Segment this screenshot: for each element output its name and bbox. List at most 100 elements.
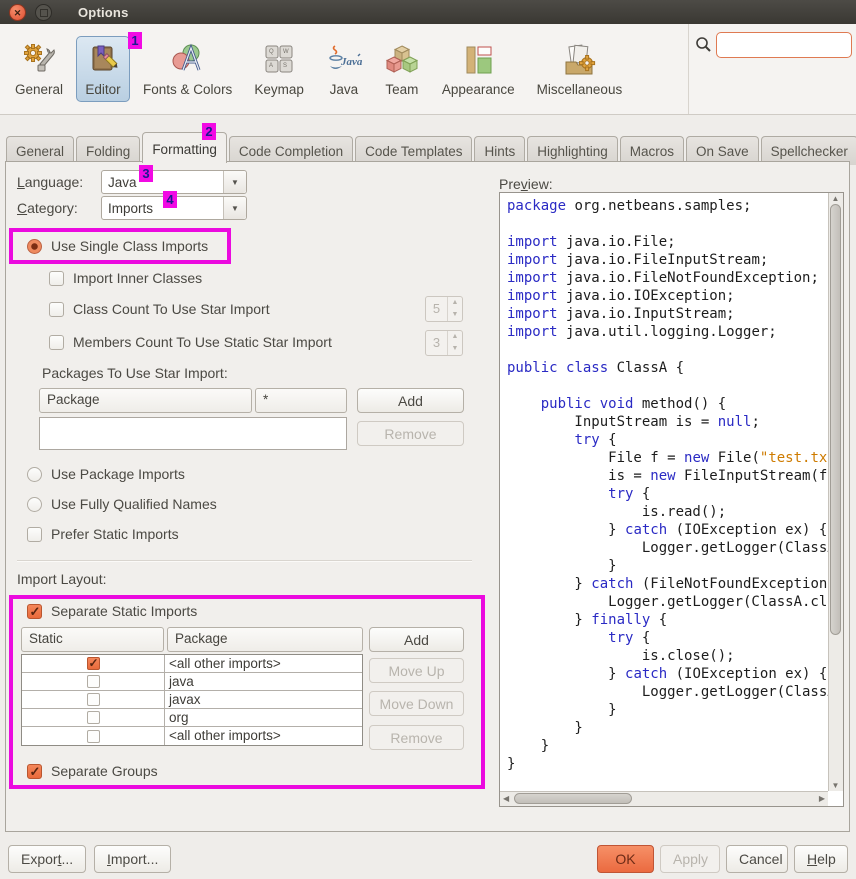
team-icon [384,42,420,78]
radio-use-fully-qualified-names[interactable]: Use Fully Qualified Names [27,496,217,514]
import-layout-move-down-button[interactable]: Move Down [369,691,464,716]
table-row[interactable]: javax [22,691,362,709]
radio-icon[interactable] [27,467,42,482]
options-dialog: Options [0,0,856,879]
apply-button[interactable]: Apply [660,845,720,873]
chevron-down-icon[interactable]: ▼ [223,171,246,193]
toolbar-label: Team [385,82,418,97]
scroll-up-icon[interactable]: ▲ [829,194,842,203]
horizontal-scrollbar-thumb[interactable] [514,793,632,804]
toolbar-item-editor[interactable]: Editor [76,36,130,102]
annotation-badge-4: 4 [163,191,177,208]
star-import-star-header[interactable]: * [255,388,347,413]
search-icon [695,36,712,53]
ok-button[interactable]: OK [597,845,654,873]
static-checkbox[interactable] [87,693,100,706]
import-button[interactable]: Import... [94,845,171,873]
package-cell[interactable]: javax [165,691,362,708]
cancel-button[interactable]: Cancel [726,845,788,873]
import-layout-header-package[interactable]: Package [167,627,363,652]
category-label: Category: [17,200,78,216]
scroll-right-icon[interactable]: ▶ [819,793,825,805]
star-import-label: Packages To Use Star Import: [42,365,228,381]
toolbar-label: Editor [85,82,120,97]
horizontal-scrollbar[interactable]: ◀ ▶ [500,791,828,806]
search-input[interactable] [716,32,852,58]
spinner-down-icon[interactable]: ▼ [448,309,462,321]
scroll-down-icon[interactable]: ▼ [829,781,842,790]
static-checkbox[interactable] [87,730,100,743]
package-cell[interactable]: org [165,709,362,726]
checkbox-prefer-static-imports[interactable]: Prefer Static Imports [27,526,179,544]
toolbar-label: Fonts & Colors [143,82,232,97]
toolbar-item-general[interactable]: General [6,36,72,102]
package-cell[interactable]: <all other imports> [165,655,362,672]
radio-icon[interactable] [27,239,42,254]
radio-use-package-imports[interactable]: Use Package Imports [27,466,185,484]
toolbar-item-team[interactable]: Team [375,36,429,102]
toolbar-item-miscellaneous[interactable]: Miscellaneous [528,36,632,102]
preview-code: package org.netbeans.samples; import jav… [500,193,828,791]
checkbox-icon[interactable] [49,271,64,286]
checkbox-icon[interactable] [27,604,42,619]
appearance-icon [460,42,496,78]
annotation-badge-2: 2 [202,123,216,140]
package-cell[interactable]: <all other imports> [165,727,362,745]
annotation-badge-3: 3 [139,165,153,182]
static-checkbox[interactable] [87,657,100,670]
keymap-icon: QWAS [261,42,297,78]
star-import-remove-button[interactable]: Remove [357,421,464,446]
import-layout-header-static[interactable]: Static [21,627,164,652]
radio-use-single-class-imports[interactable]: Use Single Class Imports [27,238,208,256]
maximize-window-icon[interactable] [35,4,52,21]
checkbox-icon[interactable] [49,335,64,350]
table-row[interactable]: org [22,709,362,727]
toolbar-label: Appearance [442,82,515,97]
toolbar-item-keymap[interactable]: QWAS Keymap [245,36,313,102]
checkbox-separate-static-imports[interactable]: Separate Static Imports [27,603,197,621]
separator [17,560,472,561]
spinner-up-icon[interactable]: ▲ [448,297,462,309]
members-count-spinner[interactable]: 3 ▲▼ [425,330,463,356]
import-layout-move-up-button[interactable]: Move Up [369,658,464,683]
help-button[interactable]: Help [794,845,848,873]
close-window-icon[interactable] [9,4,26,21]
package-cell[interactable]: java [165,673,362,690]
svg-text:Java: Java [340,56,362,68]
formatting-panel: Language: Java ▼ Category: Imports ▼ Use… [5,161,850,832]
checkbox-import-inner-classes[interactable]: Import Inner Classes [49,270,202,288]
table-row[interactable]: java [22,673,362,691]
editor-icon [85,42,121,78]
java-icon: Java [326,42,362,78]
checkbox-separate-groups[interactable]: Separate Groups [27,763,158,781]
spinner-up-icon[interactable]: ▲ [448,331,462,343]
checkbox-icon[interactable] [27,527,42,542]
toolbar-item-fonts-colors[interactable]: Fonts & Colors [134,36,241,102]
vertical-scrollbar-thumb[interactable] [830,204,841,635]
star-import-table-body[interactable] [39,417,347,450]
vertical-scrollbar[interactable]: ▲ ▼ [828,193,843,791]
fonts-colors-icon [170,42,206,78]
checkbox-members-count-static-star-import[interactable]: Members Count To Use Static Star Import [49,334,332,352]
class-count-spinner[interactable]: 5 ▲▼ [425,296,463,322]
import-layout-remove-button[interactable]: Remove [369,725,464,750]
scroll-left-icon[interactable]: ◀ [503,793,509,805]
star-import-add-button[interactable]: Add [357,388,464,413]
import-layout-add-button[interactable]: Add [369,627,464,652]
export-button[interactable]: Export... [8,845,86,873]
spinner-down-icon[interactable]: ▼ [448,343,462,355]
star-import-package-header[interactable]: Package [39,388,252,413]
toolbar-item-appearance[interactable]: Appearance [433,36,524,102]
radio-icon[interactable] [27,497,42,512]
toolbar-label: Keymap [254,82,304,97]
chevron-down-icon[interactable]: ▼ [223,197,246,219]
checkbox-icon[interactable] [27,764,42,779]
toolbar-item-java[interactable]: Java Java [317,36,371,102]
table-row[interactable]: <all other imports> [22,727,362,745]
static-checkbox[interactable] [87,675,100,688]
general-icon [21,42,57,78]
checkbox-class-count-star-import[interactable]: Class Count To Use Star Import [49,301,270,319]
static-checkbox[interactable] [87,711,100,724]
table-row[interactable]: <all other imports> [22,655,362,673]
checkbox-icon[interactable] [49,302,64,317]
